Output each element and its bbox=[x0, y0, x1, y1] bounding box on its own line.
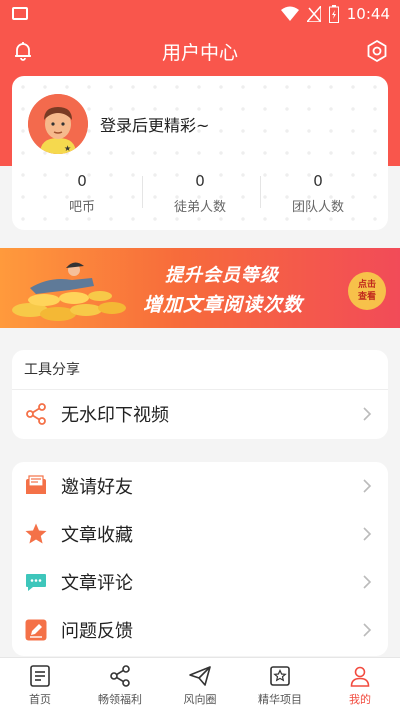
tools-header: 工具分享 bbox=[12, 350, 388, 390]
chevron-right-icon bbox=[363, 575, 372, 589]
nav-trend-circle[interactable]: 风向圈 bbox=[160, 658, 240, 711]
nav-label: 我的 bbox=[349, 693, 371, 706]
chevron-right-icon bbox=[363, 479, 372, 493]
stat-value: 0 bbox=[313, 172, 323, 190]
page-title: 用户中心 bbox=[161, 42, 238, 64]
profile-card: ★ 登录后更精彩~ 0 吧币 0 徒弟人数 0 团队人数 bbox=[12, 76, 388, 230]
avatar[interactable]: ★ bbox=[28, 94, 88, 154]
chevron-right-icon bbox=[363, 623, 372, 637]
menu-item-label: 文章收藏 bbox=[61, 525, 133, 546]
menu-item-label: 文章评论 bbox=[61, 573, 133, 594]
nav-welfare[interactable]: 畅领福利 bbox=[80, 658, 160, 711]
banner-headline: 提升会员等级 bbox=[165, 265, 279, 286]
home-doc-icon bbox=[30, 665, 50, 687]
nav-home[interactable]: 首页 bbox=[0, 658, 80, 711]
nav-featured-projects[interactable]: 精华项目 bbox=[240, 658, 320, 711]
battery-charging-icon bbox=[328, 5, 339, 23]
menu-item-label: 邀请好友 bbox=[61, 477, 133, 498]
menu-item-comments[interactable]: 文章评论 bbox=[12, 558, 388, 606]
stat-label: 徒弟人数 bbox=[173, 200, 226, 215]
menu-card: 邀请好友 文章收藏 文章评论 问题反馈 bbox=[12, 462, 388, 656]
menu-item-invite-friends[interactable]: 邀请好友 bbox=[12, 462, 388, 510]
login-prompt[interactable]: 登录后更精彩~ bbox=[100, 112, 209, 136]
invite-icon bbox=[26, 475, 46, 494]
edit-icon bbox=[25, 619, 47, 641]
membership-banner[interactable]: 提升会员等级 增加文章阅读次数 点击 查看 bbox=[0, 248, 400, 328]
nav-mine[interactable]: 我的 bbox=[320, 658, 400, 711]
chevron-right-icon bbox=[363, 527, 372, 541]
menu-item-label: 无水印下视频 bbox=[61, 405, 169, 426]
coins-illustration-icon bbox=[12, 262, 126, 321]
bottom-nav: 首页 畅领福利 风向圈 精华项目 我的 bbox=[0, 657, 400, 711]
stat-value: 0 bbox=[77, 172, 87, 190]
stat-label: 吧币 bbox=[68, 200, 95, 215]
stat-value: 0 bbox=[195, 172, 205, 190]
status-bar: 10:44 bbox=[0, 0, 400, 28]
menu-item-watermark-free-video[interactable]: 无水印下视频 bbox=[12, 390, 388, 438]
status-time: 10:44 bbox=[346, 5, 390, 23]
comment-icon bbox=[26, 574, 46, 591]
default-avatar-icon: ★ bbox=[28, 94, 88, 154]
image-notification-icon bbox=[12, 7, 28, 20]
share-icon bbox=[110, 665, 130, 687]
nav-label: 畅领福利 bbox=[98, 693, 142, 706]
stat-coins[interactable]: 0 吧币 bbox=[22, 172, 142, 215]
chevron-right-icon bbox=[363, 407, 372, 421]
status-icons: 10:44 bbox=[280, 4, 390, 24]
stat-team[interactable]: 0 团队人数 bbox=[258, 172, 378, 215]
share-icon bbox=[26, 403, 46, 425]
svg-text:★: ★ bbox=[64, 144, 71, 153]
star-icon bbox=[25, 523, 47, 544]
no-signal-icon bbox=[306, 6, 321, 22]
settings-icon[interactable] bbox=[364, 38, 390, 64]
stat-label: 团队人数 bbox=[291, 200, 344, 215]
paper-plane-icon bbox=[189, 666, 211, 686]
menu-item-feedback[interactable]: 问题反馈 bbox=[12, 606, 388, 654]
banner-cta-button[interactable]: 点击 查看 bbox=[348, 272, 386, 310]
wifi-icon bbox=[280, 6, 299, 21]
nav-label: 风向圈 bbox=[183, 693, 217, 706]
cta-line: 查看 bbox=[357, 292, 376, 302]
menu-item-favorites[interactable]: 文章收藏 bbox=[12, 510, 388, 558]
nav-label: 精华项目 bbox=[258, 693, 302, 706]
star-badge-icon bbox=[270, 666, 290, 686]
menu-item-label: 问题反馈 bbox=[61, 621, 133, 642]
nav-label: 首页 bbox=[29, 693, 51, 706]
cta-line: 点击 bbox=[357, 280, 376, 290]
banner-subheadline: 增加文章阅读次数 bbox=[143, 294, 304, 316]
user-icon bbox=[350, 666, 370, 687]
app-bar: 用户中心 bbox=[0, 28, 400, 76]
stat-apprentices[interactable]: 0 徒弟人数 bbox=[140, 172, 260, 215]
tools-card: 工具分享 无水印下视频 bbox=[12, 350, 388, 439]
